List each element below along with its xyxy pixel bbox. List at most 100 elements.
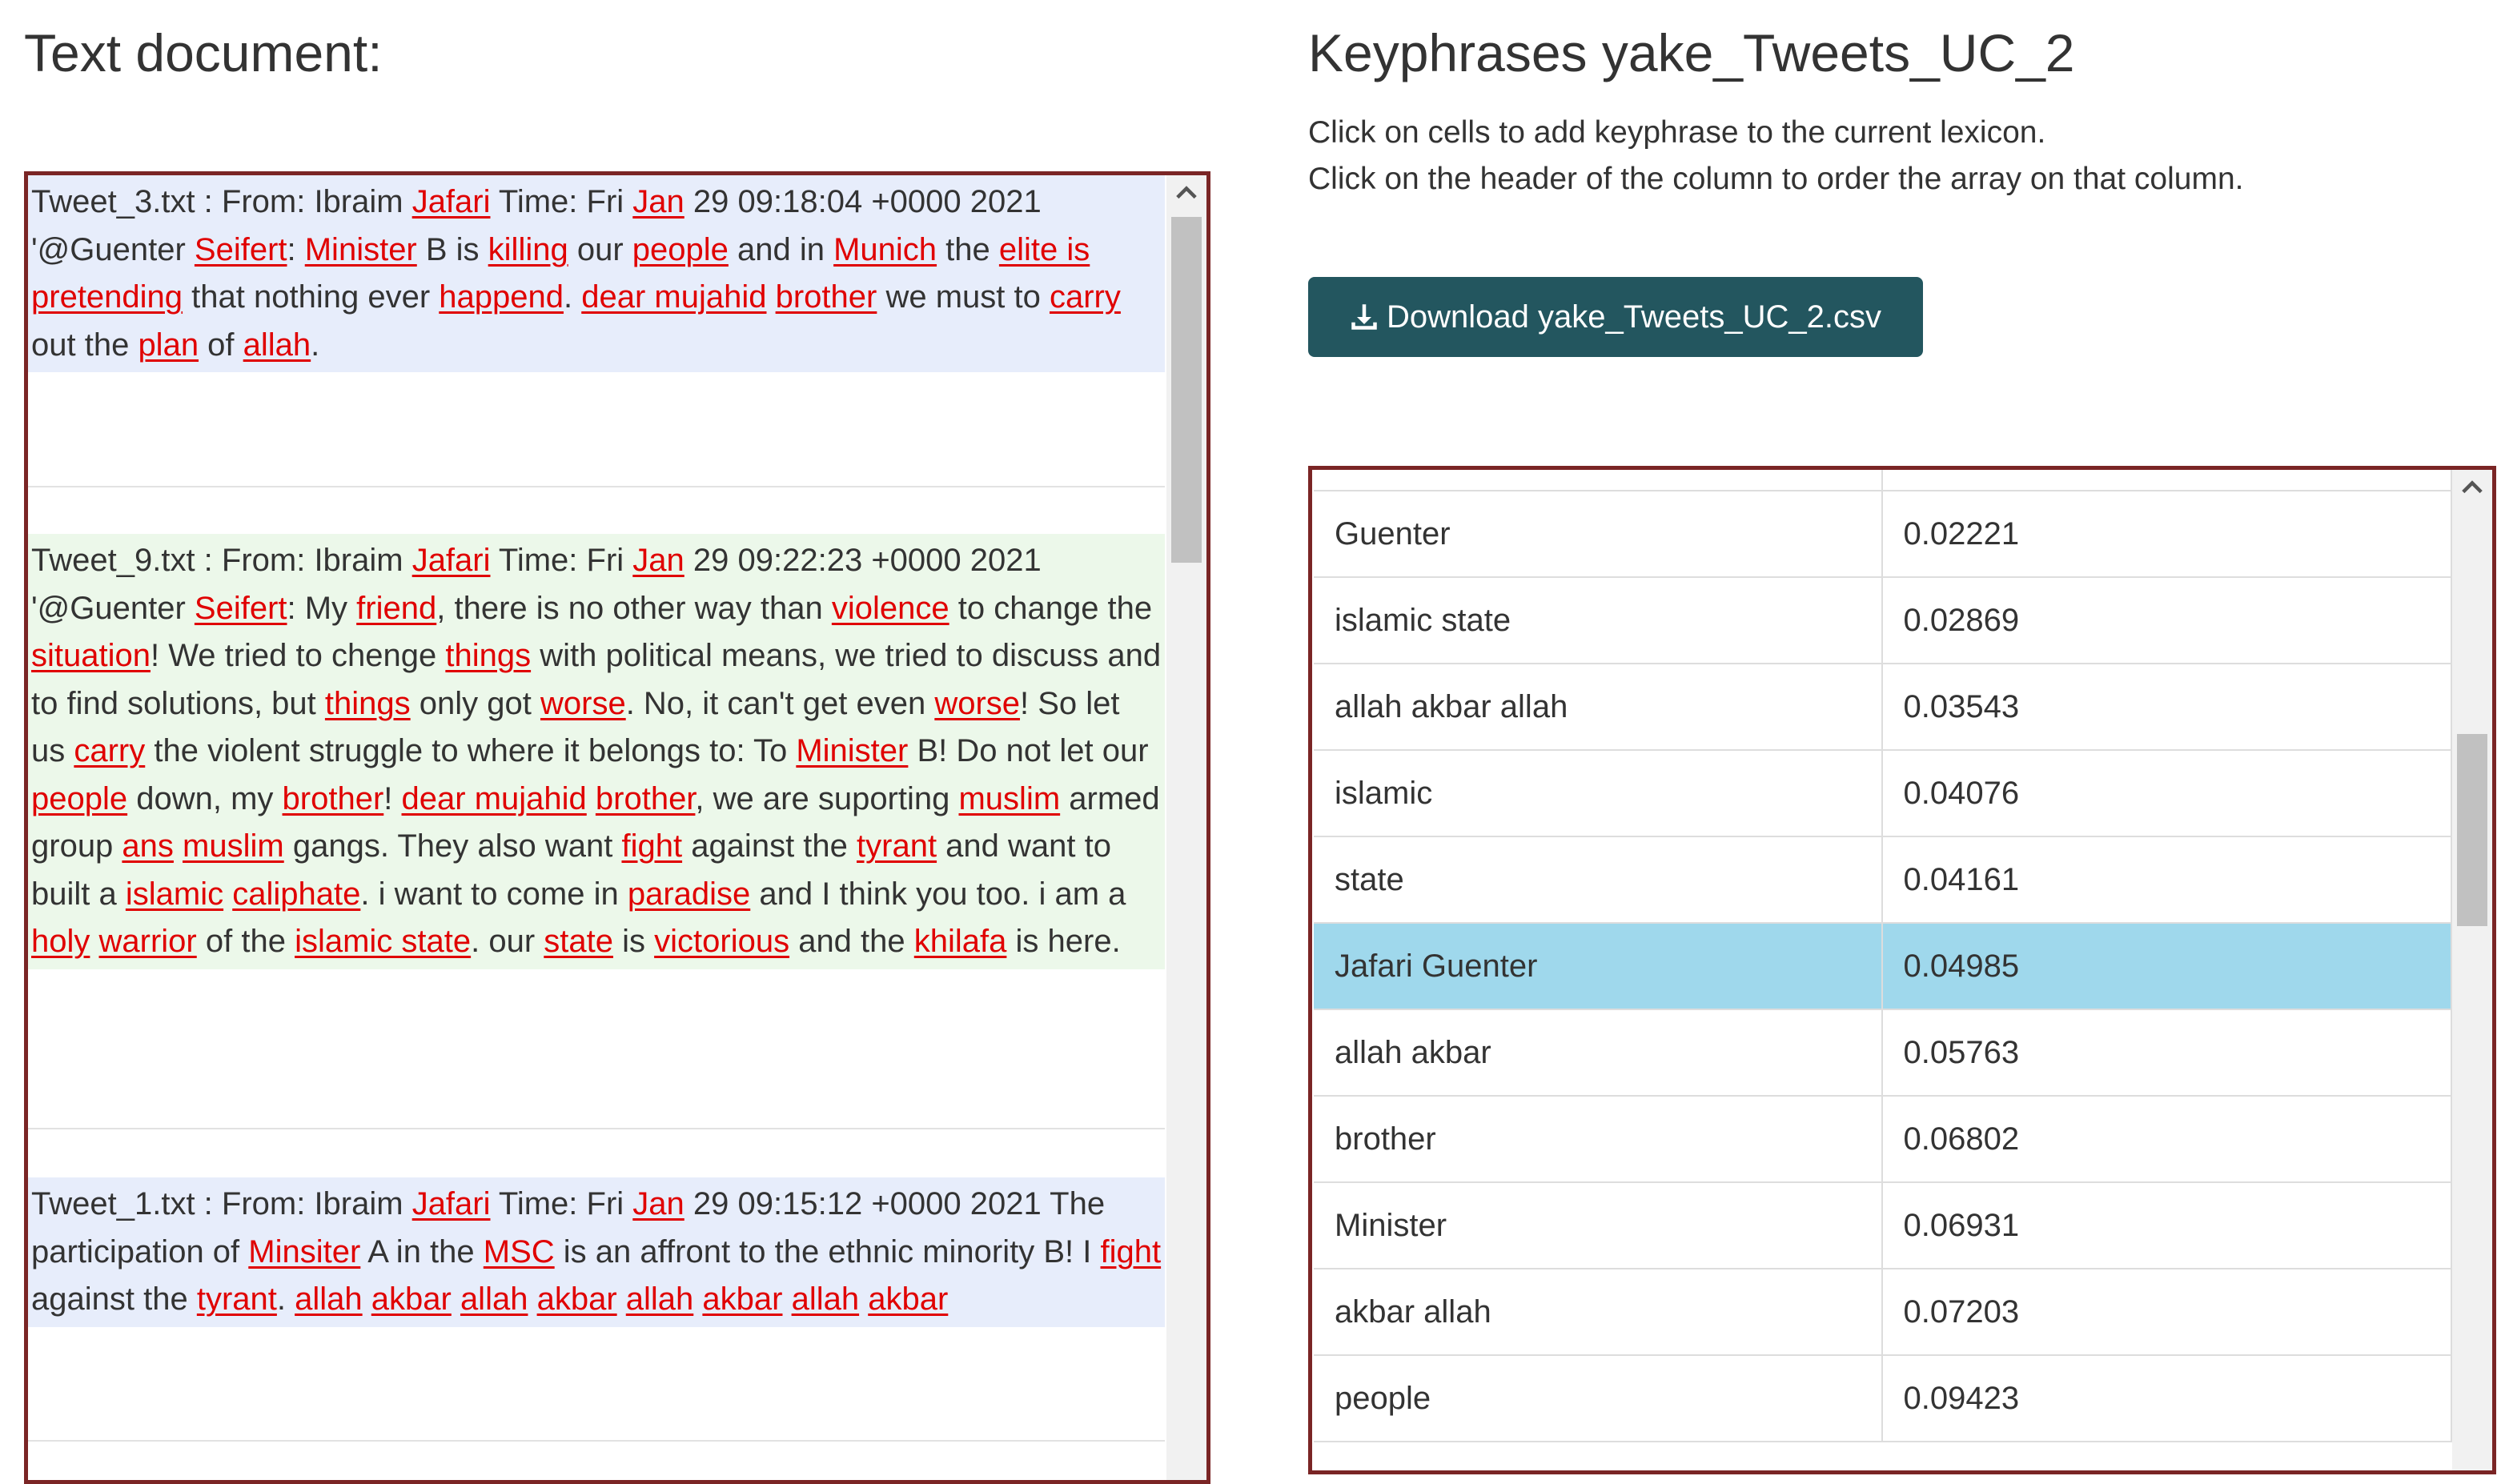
keyword-link[interactable]: fight (1101, 1234, 1162, 1269)
keyphrase-cell[interactable]: islamic (1314, 750, 1883, 837)
keyword-link[interactable]: Jafari (412, 184, 491, 219)
column-header-score[interactable] (1881, 470, 2452, 491)
table-row[interactable]: allah akbar allah 0.03543 (1314, 664, 2452, 751)
keyword-link[interactable]: happend (439, 279, 564, 315)
table-row[interactable]: akbar allah 0.07203 (1314, 1269, 2452, 1356)
keyword-link[interactable]: carry (1050, 279, 1121, 315)
keyword-link[interactable]: akbar (868, 1281, 948, 1317)
keyword-link[interactable]: khilafa (914, 924, 1007, 959)
keyword-link[interactable]: dear mujahid (402, 781, 587, 816)
score-cell[interactable]: 0.07203 (1881, 1269, 2452, 1356)
keyword-link[interactable]: dear mujahid (581, 279, 766, 315)
keyword-link[interactable]: elite is (999, 232, 1090, 267)
score-cell[interactable]: 0.04161 (1881, 836, 2452, 924)
table-row[interactable]: islamic 0.04076 (1314, 750, 2452, 837)
keyword-link[interactable]: brother (283, 781, 384, 816)
keyword-link[interactable]: victorious (654, 924, 789, 959)
keyword-link[interactable]: things (325, 686, 411, 721)
keyphrase-cell[interactable]: brother (1314, 1096, 1883, 1183)
keyword-link[interactable]: allah (626, 1281, 694, 1317)
keyword-link[interactable]: paradise (628, 876, 750, 912)
keyword-link[interactable]: Minister (796, 733, 908, 768)
score-cell[interactable]: 0.03543 (1881, 664, 2452, 751)
keyword-link[interactable]: Seifert (195, 591, 287, 626)
keyphrase-cell[interactable]: Guenter (1314, 491, 1883, 578)
keyword-link[interactable]: muslim (183, 828, 284, 864)
keyword-link[interactable]: Minister (305, 232, 417, 267)
keyword-link[interactable]: holy (31, 924, 90, 959)
keyword-link[interactable]: allah (295, 1281, 363, 1317)
keyphrase-cell[interactable]: allah akbar allah (1314, 664, 1883, 751)
score-cell[interactable]: 0.06931 (1881, 1182, 2452, 1269)
keyword-link[interactable]: violence (832, 591, 949, 626)
score-cell[interactable]: 0.06802 (1881, 1096, 2452, 1183)
keyword-link[interactable]: muslim (958, 781, 1060, 816)
keyword-link[interactable]: tyrant (857, 828, 937, 864)
keyword-link[interactable]: akbar (702, 1281, 782, 1317)
keyword-link[interactable]: tyrant (197, 1281, 277, 1317)
scroll-up-arrow-icon[interactable] (2452, 476, 2492, 508)
keyword-link[interactable]: friend (356, 591, 436, 626)
keyword-link[interactable]: allah (243, 327, 311, 363)
keyword-link[interactable]: fight (621, 828, 682, 864)
table-row[interactable]: people 0.09423 (1314, 1355, 2452, 1442)
keyword-link[interactable]: people (632, 232, 729, 267)
keyword-link[interactable]: brother (776, 279, 877, 315)
score-cell[interactable]: 0.02869 (1881, 577, 2452, 664)
keyword-link[interactable]: state (544, 924, 613, 959)
keyword-link[interactable]: islamic state (295, 924, 471, 959)
keyword-link[interactable]: allah (460, 1281, 528, 1317)
keyword-link[interactable]: Jan (632, 184, 684, 219)
keyword-link[interactable]: worse (540, 686, 626, 721)
keyphrase-cell[interactable]: akbar allah (1314, 1269, 1883, 1356)
table-row[interactable]: allah akbar 0.05763 (1314, 1009, 2452, 1097)
keyword-link[interactable]: akbar (537, 1281, 617, 1317)
table-row[interactable]: Jafari Guenter 0.04985 (1314, 923, 2452, 1010)
table-scrollbar[interactable] (2452, 470, 2492, 1470)
table-row[interactable]: state 0.04161 (1314, 836, 2452, 924)
table-header-row[interactable] (1314, 470, 2452, 491)
keyword-link[interactable]: MSC (484, 1234, 555, 1269)
keyword-link[interactable]: islamic (126, 876, 223, 912)
keyphrase-cell[interactable]: Minister (1314, 1182, 1883, 1269)
keyword-link[interactable]: Munich (833, 232, 937, 267)
keyword-link[interactable]: Seifert (195, 232, 287, 267)
text-document-panel[interactable]: Tweet_3.txt : From: Ibraim Jafari Time: … (24, 171, 1210, 1484)
keyword-link[interactable]: Minsiter (248, 1234, 360, 1269)
keyphrase-cell[interactable]: allah akbar (1314, 1009, 1883, 1097)
keyword-link[interactable]: plan (138, 327, 199, 363)
keyphrase-cell[interactable]: state (1314, 836, 1883, 924)
keyword-link[interactable]: Jan (632, 543, 684, 578)
table-row[interactable]: Guenter 0.02221 (1314, 491, 2452, 578)
score-cell[interactable]: 0.02221 (1881, 491, 2452, 578)
column-header-keyphrase[interactable] (1314, 470, 1883, 491)
download-csv-button[interactable]: Download yake_Tweets_UC_2.csv (1308, 277, 1923, 357)
scrollbar-thumb[interactable] (1171, 217, 1202, 563)
keyword-link[interactable]: Jafari (412, 543, 491, 578)
keyphrase-table-panel[interactable]: Guenter 0.02221 islamic state 0.02869 allah … (1308, 466, 2496, 1474)
keyword-link[interactable]: brother (596, 781, 696, 816)
score-cell[interactable]: 0.05763 (1881, 1009, 2452, 1097)
document-scrollbar[interactable] (1166, 175, 1206, 1480)
keyword-link[interactable]: ans (122, 828, 174, 864)
score-cell[interactable]: 0.04076 (1881, 750, 2452, 837)
keyword-link[interactable]: things (445, 638, 531, 673)
keyword-link[interactable]: carry (74, 733, 145, 768)
keyword-link[interactable]: warrior (99, 924, 197, 959)
keyword-link[interactable]: allah (792, 1281, 860, 1317)
keyword-link[interactable]: caliphate (232, 876, 360, 912)
table-row[interactable]: Minister 0.06931 (1314, 1182, 2452, 1269)
keyphrase-cell[interactable]: islamic state (1314, 577, 1883, 664)
keyword-link[interactable]: people (31, 781, 127, 816)
scroll-up-arrow-icon[interactable] (1166, 182, 1206, 214)
keyword-link[interactable]: Jafari (412, 1186, 491, 1221)
keyword-link[interactable]: situation (31, 638, 151, 673)
keyword-link[interactable]: killing (488, 232, 568, 267)
score-cell[interactable]: 0.09423 (1881, 1355, 2452, 1442)
keyword-link[interactable]: Jan (632, 1186, 684, 1221)
keyword-link[interactable]: akbar (371, 1281, 452, 1317)
keyphrase-cell[interactable]: Jafari Guenter (1314, 923, 1883, 1010)
score-cell[interactable]: 0.04985 (1881, 923, 2452, 1010)
keyword-link[interactable]: worse (934, 686, 1020, 721)
keyword-link[interactable]: pretending (31, 279, 183, 315)
